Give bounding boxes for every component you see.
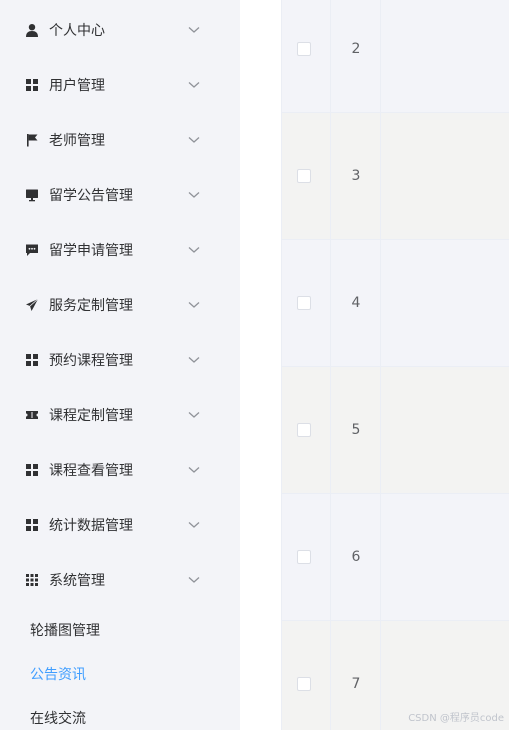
chevron-down-icon: [188, 356, 200, 364]
table-row: 3: [281, 113, 509, 240]
menu-item-course-booking-management[interactable]: 预约课程管理: [0, 332, 240, 387]
menu-item-application-management[interactable]: 留学申请管理: [0, 222, 240, 277]
menu-label: 统计数据管理: [49, 517, 133, 534]
index-cell: 5: [331, 367, 381, 493]
index-cell: 7: [331, 621, 381, 730]
menu-label: 预约课程管理: [49, 352, 133, 369]
menu-label: 课程定制管理: [49, 407, 133, 424]
checkbox-cell: [281, 113, 331, 239]
checkbox-cell: [281, 621, 331, 730]
row-checkbox[interactable]: [297, 550, 311, 564]
index-cell: 3: [331, 113, 381, 239]
row-checkbox[interactable]: [297, 169, 311, 183]
flag-icon: [25, 133, 39, 147]
row-index: 7: [351, 676, 361, 692]
menu-item-user-management[interactable]: 用户管理: [0, 57, 240, 112]
submenu-label: 轮播图管理: [30, 623, 100, 639]
send-icon: [25, 298, 39, 312]
table-cell: [381, 367, 509, 493]
index-cell: 4: [331, 240, 381, 366]
menu-label: 个人中心: [49, 22, 105, 39]
row-checkbox[interactable]: [297, 42, 311, 56]
chevron-down-icon: [188, 301, 200, 309]
menu-item-service-custom-management[interactable]: 服务定制管理: [0, 277, 240, 332]
table-cell: [381, 0, 509, 112]
data-table: 2 3 4 5 6 7: [281, 0, 509, 730]
menu-label: 老师管理: [49, 132, 105, 149]
chevron-down-icon: [188, 191, 200, 199]
menu-item-course-custom-management[interactable]: 课程定制管理: [0, 387, 240, 442]
grid-icon: [25, 463, 39, 477]
message-icon: [25, 243, 39, 257]
submenu-item-online-chat[interactable]: 在线交流: [0, 696, 240, 740]
row-index: 6: [351, 549, 361, 565]
menu-label: 服务定制管理: [49, 297, 133, 314]
grid-icon: [25, 518, 39, 532]
table-row: 6: [281, 494, 509, 621]
checkbox-cell: [281, 367, 331, 493]
table-cell: [381, 240, 509, 366]
ticket-icon: [25, 408, 39, 422]
grid-icon: [25, 353, 39, 367]
submenu-label: 公告资讯: [30, 667, 86, 683]
user-icon: [25, 23, 39, 37]
row-checkbox[interactable]: [297, 296, 311, 310]
table-border: [281, 0, 282, 730]
menu-item-personal-center[interactable]: 个人中心: [0, 2, 240, 57]
watermark: CSDN @程序员code: [408, 713, 504, 724]
chevron-down-icon: [188, 246, 200, 254]
table-row: 4: [281, 240, 509, 367]
apps-icon: [25, 573, 39, 587]
submenu-item-notice-news[interactable]: 公告资讯: [0, 652, 240, 696]
menu-label: 系统管理: [49, 572, 105, 589]
menu-item-course-view-management[interactable]: 课程查看管理: [0, 442, 240, 497]
table-row: 5: [281, 367, 509, 494]
row-index: 4: [351, 295, 361, 311]
chevron-down-icon: [188, 466, 200, 474]
row-index: 3: [351, 168, 361, 184]
checkbox-cell: [281, 0, 331, 112]
monitor-icon: [25, 188, 39, 202]
grid-icon: [25, 78, 39, 92]
menu-item-teacher-management[interactable]: 老师管理: [0, 112, 240, 167]
sidebar: 个人中心 用户管理 老师管理 留学公告管理 留学申请管理 服务定制管理 预约课程…: [0, 0, 240, 730]
row-index: 2: [351, 41, 361, 57]
index-cell: 2: [331, 0, 381, 112]
chevron-down-icon: [188, 521, 200, 529]
chevron-up-icon: [188, 576, 200, 584]
menu-item-system-management[interactable]: 系统管理: [0, 552, 240, 607]
row-index: 5: [351, 422, 361, 438]
menu-label: 用户管理: [49, 77, 105, 94]
index-cell: 6: [331, 494, 381, 620]
chevron-down-icon: [188, 81, 200, 89]
table-row: 2: [281, 0, 509, 113]
row-checkbox[interactable]: [297, 677, 311, 691]
checkbox-cell: [281, 494, 331, 620]
menu-item-notice-management[interactable]: 留学公告管理: [0, 167, 240, 222]
menu-label: 留学公告管理: [49, 187, 133, 204]
checkbox-cell: [281, 240, 331, 366]
table-cell: [381, 494, 509, 620]
chevron-down-icon: [188, 411, 200, 419]
menu-label: 留学申请管理: [49, 242, 133, 259]
row-checkbox[interactable]: [297, 423, 311, 437]
menu-label: 课程查看管理: [49, 462, 133, 479]
menu-item-statistics-management[interactable]: 统计数据管理: [0, 497, 240, 552]
chevron-down-icon: [188, 136, 200, 144]
table-cell: [381, 113, 509, 239]
submenu-label: 在线交流: [30, 711, 86, 727]
chevron-down-icon: [188, 26, 200, 34]
submenu-item-carousel[interactable]: 轮播图管理: [0, 608, 240, 652]
